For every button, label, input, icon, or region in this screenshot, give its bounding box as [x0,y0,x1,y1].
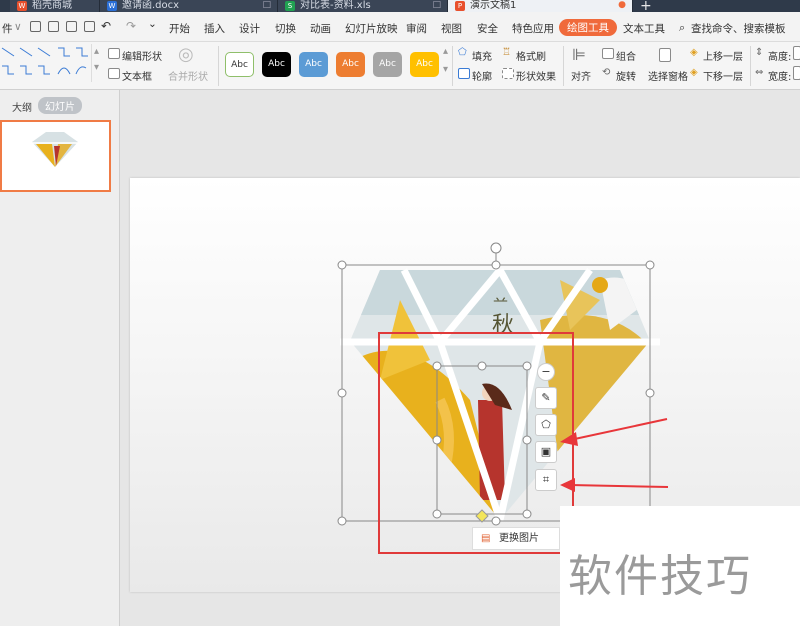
pointer-arrows [560,418,669,492]
replace-image-icon: ▤ [481,533,491,544]
crop-frame-icon[interactable]: ▣ [535,441,557,463]
floating-toolbar: − ✎ ⬠ ▣ ⌗ [535,363,559,491]
art-decor-char: 䒑 [493,292,508,310]
rotate-handle[interactable] [490,242,502,254]
replace-image-button[interactable]: ▤ 更换图片 [472,527,560,550]
art-autumn-text: 秋 [492,313,514,338]
adjust-handle[interactable] [475,509,489,523]
image-effects-icon[interactable]: ⌗ [535,469,557,491]
pen-icon[interactable]: ✎ [535,387,557,409]
fill-bucket-icon[interactable]: ⬠ [535,414,557,436]
collapse-icon[interactable]: − [537,363,555,381]
watermark-text: 软件技巧 [568,551,752,602]
